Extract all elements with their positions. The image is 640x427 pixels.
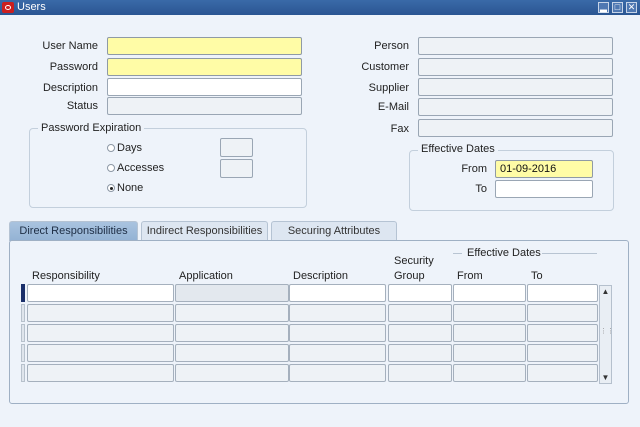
tab-securing-attributes[interactable]: Securing Attributes bbox=[271, 221, 397, 241]
window-title: Users bbox=[17, 1, 46, 13]
from-date-cell[interactable] bbox=[453, 284, 526, 302]
col-security-group-line2: Group bbox=[394, 270, 425, 282]
security-group-cell[interactable] bbox=[388, 304, 452, 322]
tab-indirect-responsibilities[interactable]: Indirect Responsibilities bbox=[141, 221, 268, 241]
application-cell[interactable] bbox=[175, 324, 289, 342]
days-radio[interactable] bbox=[107, 144, 115, 152]
effective-dates-divider-right bbox=[542, 253, 597, 254]
col-from: From bbox=[457, 270, 483, 282]
responsibility-cell[interactable] bbox=[27, 344, 174, 362]
col-responsibility: Responsibility bbox=[32, 270, 100, 282]
close-icon[interactable]: ✕ bbox=[626, 2, 637, 13]
person-label: Person bbox=[374, 40, 409, 52]
password-field[interactable] bbox=[107, 58, 302, 76]
description-field[interactable] bbox=[107, 78, 302, 96]
days-value-field[interactable] bbox=[220, 138, 253, 157]
to-date-cell[interactable] bbox=[527, 344, 598, 362]
to-date-cell[interactable] bbox=[527, 284, 598, 302]
accesses-radio-label: Accesses bbox=[117, 162, 165, 174]
description-label: Description bbox=[42, 82, 98, 94]
col-security-group-line1: Security bbox=[394, 255, 434, 267]
accesses-radio[interactable] bbox=[107, 164, 115, 172]
fax-label: Fax bbox=[390, 123, 409, 135]
security-group-cell[interactable] bbox=[388, 284, 452, 302]
supplier-label: Supplier bbox=[368, 82, 409, 94]
password-expiration-group bbox=[29, 128, 307, 208]
row-indicator[interactable] bbox=[21, 284, 25, 302]
none-radio[interactable] bbox=[107, 184, 115, 192]
description-cell[interactable] bbox=[289, 364, 386, 382]
tab-direct-responsibilities[interactable]: Direct Responsibilities bbox=[9, 221, 138, 241]
row-indicator[interactable] bbox=[21, 344, 25, 362]
from-date-label: From bbox=[461, 163, 487, 175]
row-indicator[interactable] bbox=[21, 364, 25, 382]
customer-label: Customer bbox=[361, 61, 409, 73]
scroll-down-icon[interactable]: ▼ bbox=[600, 372, 611, 383]
status-label: Status bbox=[66, 100, 98, 112]
window-titlebar: Users ▂ □ ✕ bbox=[0, 0, 640, 15]
accesses-value-field[interactable] bbox=[220, 159, 253, 178]
from-date-cell[interactable] bbox=[453, 364, 526, 382]
to-date-field[interactable] bbox=[495, 180, 593, 198]
responsibility-cell[interactable] bbox=[27, 304, 174, 322]
from-date-cell[interactable] bbox=[453, 344, 526, 362]
maximize-icon[interactable]: □ bbox=[612, 2, 623, 13]
security-group-cell[interactable] bbox=[388, 324, 452, 342]
security-group-cell[interactable] bbox=[388, 344, 452, 362]
security-group-cell[interactable] bbox=[388, 364, 452, 382]
description-cell[interactable] bbox=[289, 304, 386, 322]
person-field[interactable] bbox=[418, 37, 613, 55]
customer-field[interactable] bbox=[418, 58, 613, 76]
from-date-cell[interactable] bbox=[453, 304, 526, 322]
application-cell[interactable] bbox=[175, 304, 289, 322]
to-date-cell[interactable] bbox=[527, 364, 598, 382]
application-cell[interactable] bbox=[175, 284, 289, 302]
password-expiration-title: Password Expiration bbox=[38, 122, 145, 134]
to-date-cell[interactable] bbox=[527, 304, 598, 322]
responsibility-cell[interactable] bbox=[27, 284, 174, 302]
scroll-up-icon[interactable]: ▲ bbox=[600, 286, 611, 297]
effective-dates-title: Effective Dates bbox=[418, 143, 498, 155]
row-indicator[interactable] bbox=[21, 324, 25, 342]
fax-field[interactable] bbox=[418, 119, 613, 137]
minimize-icon[interactable]: ▂ bbox=[598, 2, 609, 13]
to-date-cell[interactable] bbox=[527, 324, 598, 342]
from-date-cell[interactable] bbox=[453, 324, 526, 342]
password-label: Password bbox=[49, 61, 98, 73]
col-description: Description bbox=[293, 270, 349, 282]
none-radio-label: None bbox=[117, 182, 144, 194]
application-cell[interactable] bbox=[175, 344, 289, 362]
description-cell[interactable] bbox=[289, 324, 386, 342]
grid-vertical-scrollbar[interactable]: ▲ ⋮⋮ ▼ bbox=[599, 285, 614, 384]
col-to: To bbox=[531, 270, 543, 282]
from-date-field[interactable] bbox=[495, 160, 593, 178]
responsibility-cell[interactable] bbox=[27, 364, 174, 382]
user-name-field[interactable] bbox=[107, 37, 302, 55]
scroll-grip-icon[interactable]: ⋮⋮ bbox=[600, 326, 614, 337]
email-field[interactable] bbox=[418, 98, 613, 116]
user-name-label: User Name bbox=[42, 40, 98, 52]
to-date-label: To bbox=[475, 183, 487, 195]
status-field[interactable] bbox=[107, 97, 302, 115]
effective-dates-divider-left bbox=[453, 253, 462, 254]
days-radio-label: Days bbox=[117, 142, 143, 154]
supplier-field[interactable] bbox=[418, 78, 613, 96]
oracle-logo-icon bbox=[2, 2, 14, 13]
col-application: Application bbox=[179, 270, 233, 282]
grid-effective-dates-header: Effective Dates bbox=[464, 247, 544, 259]
responsibility-cell[interactable] bbox=[27, 324, 174, 342]
description-cell[interactable] bbox=[289, 344, 386, 362]
row-indicator[interactable] bbox=[21, 304, 25, 322]
application-cell[interactable] bbox=[175, 364, 289, 382]
description-cell[interactable] bbox=[289, 284, 386, 302]
email-label: E-Mail bbox=[377, 101, 409, 113]
